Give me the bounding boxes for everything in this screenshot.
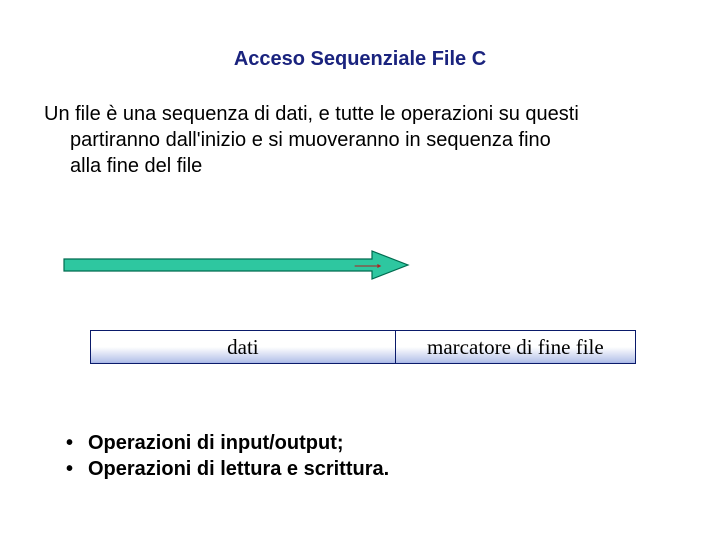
intro-paragraph: Un file è una sequenza di dati, e tutte … <box>0 71 720 179</box>
secondary-arrow-icon <box>348 264 388 268</box>
bullet-icon: • <box>64 456 88 482</box>
file-diagram: dati marcatore di fine file <box>90 330 636 364</box>
paragraph-line: Un file è una sequenza di dati, e tutte … <box>44 103 579 125</box>
list-item: • Operazioni di lettura e scrittura. <box>64 456 389 482</box>
eof-marker-box: marcatore di fine file <box>396 330 636 364</box>
bullet-list: • Operazioni di input/output; • Operazio… <box>64 430 389 482</box>
bullet-text: Operazioni di lettura e scrittura. <box>88 456 389 482</box>
page-title: Acceso Sequenziale File C <box>0 0 720 71</box>
paragraph-line: alla fine del file <box>70 153 676 179</box>
bullet-text: Operazioni di input/output; <box>88 430 344 456</box>
paragraph-line: partiranno dall'inizio e si muoveranno i… <box>70 127 676 153</box>
bullet-icon: • <box>64 430 88 456</box>
list-item: • Operazioni di input/output; <box>64 430 389 456</box>
data-box: dati <box>90 330 396 364</box>
